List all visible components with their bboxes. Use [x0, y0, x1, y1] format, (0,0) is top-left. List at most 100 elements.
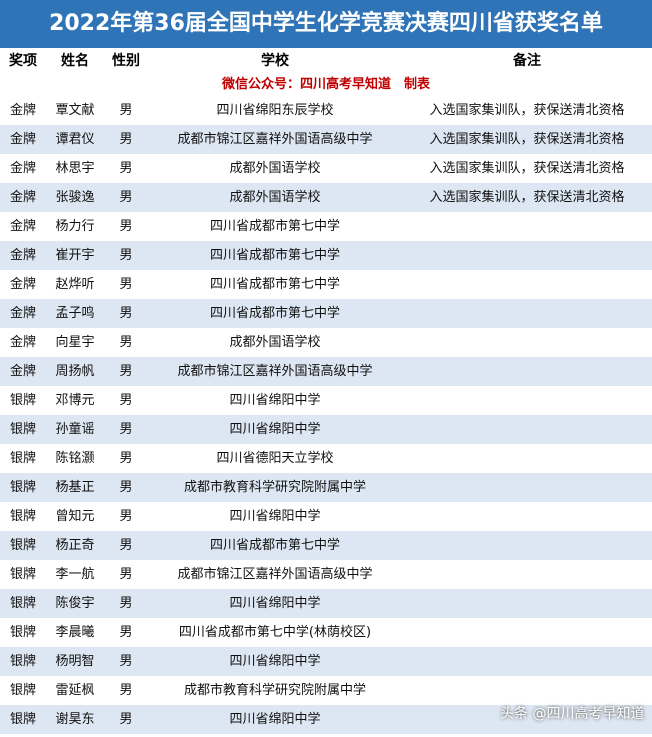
cell-award: 银牌	[9, 567, 36, 582]
cell-gender: 男	[119, 509, 133, 524]
cell-gender: 男	[119, 248, 133, 263]
table-row: 银牌 孙童谣 男 四川省绵阳中学	[0, 415, 652, 444]
cell-name: 崔开宇	[55, 248, 95, 263]
cell-name: 李晨曦	[55, 625, 95, 640]
cell-school: 四川省绵阳中学	[229, 393, 321, 408]
cell-note	[402, 473, 652, 502]
cell-award: 银牌	[9, 683, 36, 698]
cell-note	[402, 241, 652, 270]
table-row: 金牌 谭君仪 男 成都市锦江区嘉祥外国语高级中学 入选国家集训队，获保送清北资格	[0, 125, 652, 154]
cell-school: 四川省成都市第七中学	[209, 219, 340, 234]
header-award: 奖项	[9, 53, 37, 69]
cell-award: 银牌	[9, 712, 36, 727]
cell-award: 银牌	[9, 480, 36, 495]
cell-name: 杨明智	[55, 654, 95, 669]
table-row: 金牌 向星宇 男 成都外国语学校	[0, 328, 652, 357]
cell-gender: 男	[119, 103, 133, 118]
cell-award: 银牌	[9, 654, 36, 669]
table-row: 银牌 曾知元 男 四川省绵阳中学	[0, 502, 652, 531]
table-row: 银牌 李一航 男 成都市锦江区嘉祥外国语高级中学	[0, 560, 652, 589]
cell-school: 成都外国语学校	[229, 161, 321, 176]
producer-note: 微信公众号：四川高考早知道 制表	[0, 74, 652, 96]
cell-gender: 男	[119, 219, 133, 234]
cell-name: 向星宇	[55, 335, 95, 350]
cell-note	[402, 415, 652, 444]
cell-school: 四川省成都市第七中学	[209, 538, 340, 553]
cell-school: 四川省绵阳中学	[229, 654, 321, 669]
cell-award: 金牌	[9, 190, 36, 205]
cell-gender: 男	[119, 538, 133, 553]
cell-school: 成都市锦江区嘉祥外国语高级中学	[177, 567, 373, 582]
cell-note: 入选国家集训队，获保送清北资格	[429, 190, 625, 205]
cell-note	[402, 212, 652, 241]
cell-note	[402, 328, 652, 357]
cell-award: 金牌	[9, 248, 36, 263]
cell-name: 张骏逸	[55, 190, 95, 205]
cell-school: 四川省绵阳中学	[229, 712, 321, 727]
cell-gender: 男	[119, 683, 133, 698]
cell-note: 入选国家集训队，获保送清北资格	[429, 103, 625, 118]
cell-name: 曾知元	[55, 509, 95, 524]
table-row: 银牌 邓博元 男 四川省绵阳中学	[0, 386, 652, 415]
cell-gender: 男	[119, 161, 133, 176]
cell-school: 四川省成都市第七中学	[209, 248, 340, 263]
cell-award: 金牌	[9, 335, 36, 350]
cell-note	[402, 502, 652, 531]
cell-note	[402, 386, 652, 415]
table-row: 金牌 林思宇 男 成都外国语学校 入选国家集训队，获保送清北资格	[0, 154, 652, 183]
cell-award: 金牌	[9, 277, 36, 292]
header-name: 姓名	[61, 53, 89, 69]
cell-award: 金牌	[9, 364, 36, 379]
table-row: 金牌 赵烨听 男 四川省成都市第七中学	[0, 270, 652, 299]
cell-note	[402, 270, 652, 299]
cell-gender: 男	[119, 567, 133, 582]
table-row: 银牌 杨正奇 男 四川省成都市第七中学	[0, 531, 652, 560]
cell-name: 杨正奇	[55, 538, 95, 553]
cell-gender: 男	[119, 712, 133, 727]
cell-name: 周扬帆	[55, 364, 95, 379]
cell-award: 银牌	[9, 538, 36, 553]
cell-name: 杨力行	[55, 219, 95, 234]
cell-gender: 男	[119, 364, 133, 379]
cell-gender: 男	[119, 277, 133, 292]
cell-school: 成都市教育科学研究院附属中学	[183, 683, 366, 698]
header-gender: 性别	[112, 53, 140, 69]
cell-gender: 男	[119, 625, 133, 640]
cell-note	[402, 299, 652, 328]
table-row: 金牌 杨力行 男 四川省成都市第七中学	[0, 212, 652, 241]
cell-award: 银牌	[9, 509, 36, 524]
watermark: 头条 @四川高考早知道	[500, 706, 645, 722]
cell-note	[402, 589, 652, 618]
cell-name: 杨基正	[55, 480, 95, 495]
cell-school: 成都市教育科学研究院附属中学	[183, 480, 366, 495]
cell-school: 四川省绵阳东辰学校	[216, 103, 334, 118]
cell-school: 四川省成都市第七中学	[209, 306, 340, 321]
cell-name: 孙童谣	[55, 422, 95, 437]
cell-note	[402, 560, 652, 589]
cell-school: 四川省德阳天立学校	[216, 451, 334, 466]
table-row: 银牌 陈俊宇 男 四川省绵阳中学	[0, 589, 652, 618]
cell-school: 四川省绵阳中学	[229, 509, 321, 524]
cell-note: 入选国家集训队，获保送清北资格	[429, 161, 625, 176]
cell-school: 成都市锦江区嘉祥外国语高级中学	[177, 364, 373, 379]
cell-name: 谢昊东	[55, 712, 95, 727]
cell-gender: 男	[119, 190, 133, 205]
table-row: 银牌 李晨曦 男 四川省成都市第七中学(林荫校区)	[0, 618, 652, 647]
cell-award: 银牌	[9, 393, 36, 408]
table-row: 金牌 崔开宇 男 四川省成都市第七中学	[0, 241, 652, 270]
cell-gender: 男	[119, 335, 133, 350]
table-header: 奖项 姓名 性别 学校 备注	[0, 48, 652, 74]
cell-note	[402, 618, 652, 647]
cell-name: 孟子鸣	[55, 306, 95, 321]
header-school: 学校	[261, 53, 289, 69]
award-table: 金牌 覃文献男四川省绵阳东辰学校 入选国家集训队，获保送清北资格 金牌 谭君仪男成都市锦…	[0, 96, 652, 734]
cell-name: 谭君仪	[55, 132, 95, 147]
cell-note	[402, 531, 652, 560]
cell-gender: 男	[119, 480, 133, 495]
table-row: 银牌 杨明智 男 四川省绵阳中学	[0, 647, 652, 676]
cell-name: 赵烨听	[55, 277, 95, 292]
cell-award: 金牌	[9, 219, 36, 234]
cell-name: 邓博元	[55, 393, 95, 408]
cell-gender: 男	[119, 422, 133, 437]
cell-award: 金牌	[9, 306, 36, 321]
